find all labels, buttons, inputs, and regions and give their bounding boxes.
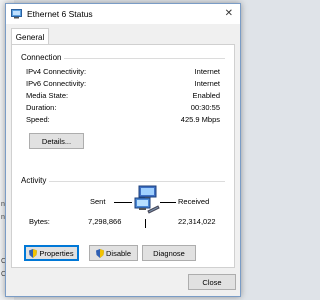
bytes-received-value: 22,314,022 <box>178 217 216 226</box>
connection-group-label: Connection <box>21 53 65 62</box>
row-label: Duration: <box>26 103 57 112</box>
sent-label: Sent <box>90 197 106 206</box>
row-label: IPv4 Connectivity: <box>26 67 87 76</box>
properties-button[interactable]: Properties <box>24 245 79 261</box>
received-line <box>160 202 176 203</box>
close-icon[interactable]: ✕ <box>225 8 233 19</box>
bytes-label: Bytes: <box>29 217 50 226</box>
status-dialog: Ethernet 6 Status ✕ General Connection I… <box>5 3 241 297</box>
info-row-ipv6: IPv6 Connectivity: Internet <box>26 79 220 90</box>
row-label: Media State: <box>26 91 69 100</box>
row-label: IPv6 Connectivity: <box>26 79 87 88</box>
disable-button-label: Disable <box>105 248 131 258</box>
row-value: Internet <box>194 67 220 76</box>
activity-separator <box>145 219 146 228</box>
sent-line <box>114 202 132 203</box>
activity-group-label: Activity <box>21 176 50 185</box>
network-computers-icon <box>134 185 160 214</box>
network-adapter-icon <box>11 9 22 19</box>
close-button[interactable]: Close <box>188 274 236 290</box>
row-value: 00:30:55 <box>190 103 220 112</box>
details-button[interactable]: Details... <box>29 133 84 149</box>
row-label: Speed: <box>26 115 50 124</box>
disable-button[interactable]: Disable <box>89 245 138 261</box>
window-title: Ethernet 6 Status <box>27 9 93 19</box>
bytes-sent-value: 7,298,866 <box>88 217 122 226</box>
uac-shield-icon <box>29 248 38 258</box>
received-label: Received <box>178 197 210 206</box>
properties-button-label: Properties <box>39 248 74 258</box>
diagnose-button[interactable]: Diagnose <box>142 245 196 261</box>
info-row-media-state: Media State: Enabled <box>26 91 220 102</box>
row-value: Internet <box>194 79 220 88</box>
tab-strip: General <box>6 28 240 45</box>
info-row-duration: Duration: 00:30:55 <box>26 103 220 114</box>
divider <box>21 181 225 182</box>
title-bar[interactable]: Ethernet 6 Status ✕ <box>6 4 240 24</box>
row-value: 425.9 Mbps <box>180 115 220 124</box>
info-row-speed: Speed: 425.9 Mbps <box>26 115 220 126</box>
info-row-ipv4: IPv4 Connectivity: Internet <box>26 67 220 78</box>
general-panel: Connection IPv4 Connectivity: Internet I… <box>11 44 235 268</box>
row-value: Enabled <box>192 91 220 100</box>
tab-general[interactable]: General <box>11 28 49 45</box>
uac-shield-icon <box>95 248 104 258</box>
